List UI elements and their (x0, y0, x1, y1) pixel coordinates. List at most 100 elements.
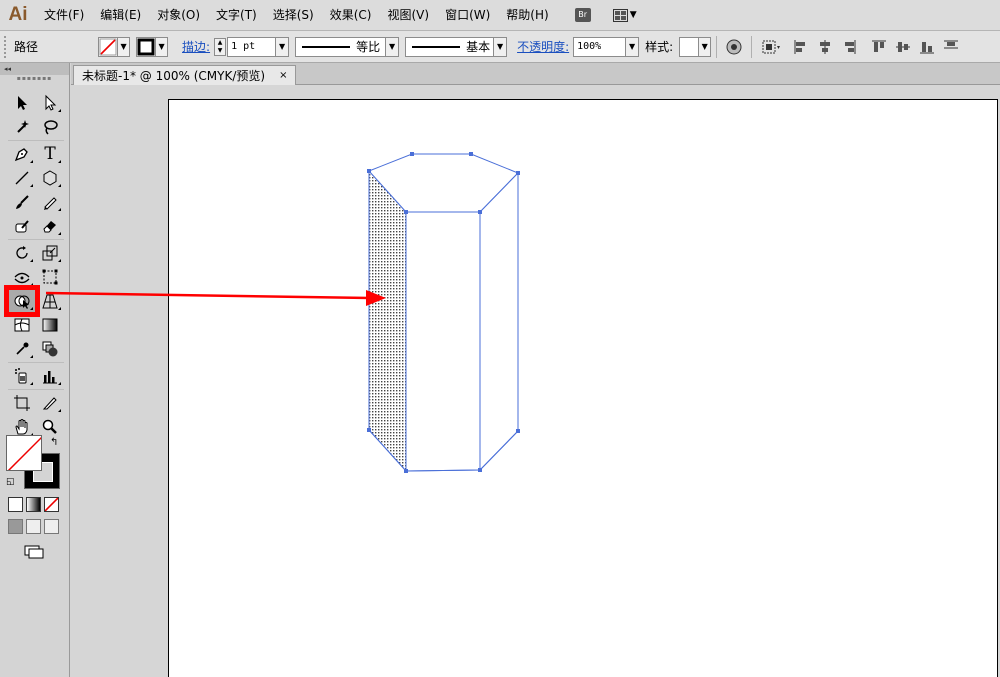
eyedropper-icon (16, 342, 29, 355)
chevron-down-icon: ▼ (625, 37, 639, 56)
tools-panel: ◂◂ ▪▪▪▪▪▪▪ T ↰ ◱ (0, 63, 70, 677)
align-vertical-center-icon[interactable] (894, 38, 912, 56)
menu-object[interactable]: 对象(O) (149, 4, 208, 26)
document-tab[interactable]: 未标题-1* @ 100% (CMYK/预览) × (73, 65, 297, 85)
symbol-sprayer-tool-button[interactable] (8, 364, 36, 388)
rotate-icon (16, 246, 28, 259)
menu-view[interactable]: 视图(V) (379, 4, 437, 26)
stroke-ratio-label: 等比 (356, 40, 381, 54)
stroke-weight-field[interactable]: 1 pt ▼ (227, 36, 290, 57)
brush-profile-label: 基本 (466, 40, 491, 54)
document-tab-title: 未标题-1* @ 100% (CMYK/预览) (82, 69, 266, 83)
fill-color-dropdown[interactable]: ▼ (98, 36, 131, 57)
pen-tool-button[interactable] (8, 142, 36, 166)
free-transform-tool-button[interactable] (36, 265, 64, 289)
width-tool-button[interactable] (8, 265, 36, 289)
stroke-color-dropdown[interactable]: ▼ (136, 36, 169, 57)
default-fill-stroke-icon[interactable]: ◱ (6, 477, 15, 487)
slice-knife-icon (42, 397, 57, 410)
menu-select[interactable]: 选择(S) (265, 4, 322, 26)
align-to-selection-icon[interactable] (760, 38, 781, 56)
variable-width-profile-dropdown[interactable]: 等比 ▼ (295, 36, 400, 57)
selection-type-label: 路径 (14, 40, 39, 54)
align-horizontal-center-icon[interactable] (816, 38, 834, 56)
lasso-tool-button[interactable] (36, 115, 64, 139)
none-mode-button[interactable] (44, 497, 59, 512)
paintbrush-tool-button[interactable] (8, 190, 36, 214)
perspective-grid-tool-button[interactable] (36, 289, 64, 313)
opacity-value: 100% (577, 40, 602, 52)
brush-line-preview (412, 45, 461, 48)
polygon-tool-button[interactable] (36, 166, 64, 190)
eraser-tool-button[interactable] (36, 214, 64, 238)
recolor-artwork-icon[interactable] (725, 38, 743, 56)
gradient-tool-button[interactable] (36, 313, 64, 337)
magic-wand-icon (17, 120, 29, 133)
chevron-down-icon: ▼ (629, 10, 637, 20)
type-tool-button[interactable]: T (36, 142, 64, 166)
column-graph-tool-button[interactable] (36, 364, 64, 388)
tools-panel-collapse-button[interactable]: ◂◂ (0, 63, 69, 75)
chevron-down-icon: ▼ (698, 37, 711, 56)
menu-window[interactable]: 窗口(W) (437, 4, 498, 26)
direct-selection-tool-button[interactable] (36, 91, 64, 115)
pencil-tool-button[interactable] (36, 190, 64, 214)
transparency-panel-link[interactable]: 不透明度: (513, 38, 573, 55)
gradient-mode-button[interactable] (26, 497, 41, 512)
stroke-swatch-icon (137, 38, 155, 56)
align-left-icon[interactable] (792, 38, 810, 56)
column-graph-icon (43, 371, 57, 384)
shape-builder-tool-button[interactable] (4, 285, 40, 317)
mesh-tool-button[interactable] (8, 313, 36, 337)
opacity-field[interactable]: 100% ▼ (573, 36, 640, 57)
align-bottom-icon[interactable] (918, 38, 936, 56)
draw-normal-icon[interactable] (8, 519, 23, 534)
line-segment-tool-button[interactable] (8, 166, 36, 190)
color-mode-row (8, 497, 59, 512)
artboard-tool-button[interactable] (8, 391, 36, 415)
no-fill-swatch-icon (99, 38, 117, 56)
fill-color-box[interactable] (6, 435, 42, 471)
graphic-style-dropdown[interactable]: ▼ (679, 36, 712, 57)
magic-wand-tool-button[interactable] (8, 115, 36, 139)
close-icon[interactable]: × (279, 70, 287, 81)
screen-mode-icon[interactable] (24, 545, 44, 559)
line-segment-icon (15, 171, 29, 185)
bridge-button[interactable]: Br (574, 8, 591, 22)
stroke-weight-value: 1 pt (231, 40, 256, 52)
stroke-weight-stepper[interactable]: ▲ ▼ (214, 37, 227, 56)
draw-behind-icon[interactable] (26, 519, 41, 534)
menu-help[interactable]: 帮助(H) (498, 4, 556, 26)
chevron-down-icon: ▼ (117, 37, 130, 56)
distribute-top-icon[interactable] (942, 38, 960, 56)
menu-effect[interactable]: 效果(C) (322, 4, 380, 26)
scale-tool-button[interactable] (36, 241, 64, 265)
artboard[interactable] (168, 99, 998, 677)
eyedropper-tool-button[interactable] (8, 337, 36, 361)
menu-file[interactable]: 文件(F) (36, 4, 92, 26)
align-right-icon[interactable] (840, 38, 858, 56)
selection-arrow-icon (18, 96, 27, 110)
chevron-down-icon: ▼ (155, 37, 168, 56)
control-bar: 路径 ▼ ▼ 描边: ▲ ▼ 1 pt ▼ 等比 ▼ 基本 ▼ 不透明度: 100… (0, 31, 1000, 63)
brush-definition-dropdown[interactable]: 基本 ▼ (405, 36, 508, 57)
align-top-icon[interactable] (870, 38, 888, 56)
blend-tool-button[interactable] (36, 337, 64, 361)
chevron-down-icon: ▼ (493, 37, 507, 56)
menu-edit[interactable]: 编辑(E) (92, 4, 149, 26)
color-mode-button[interactable] (8, 497, 23, 512)
selection-tool-button[interactable] (8, 91, 36, 115)
stroke-panel-link[interactable]: 描边: (178, 38, 214, 55)
mesh-icon (14, 318, 30, 332)
tools-panel-grip[interactable]: ▪▪▪▪▪▪▪ (0, 75, 69, 87)
menu-type[interactable]: 文字(T) (208, 4, 265, 26)
paintbrush-icon (16, 195, 29, 209)
swap-fill-stroke-icon[interactable]: ↰ (50, 437, 58, 448)
rotate-tool-button[interactable] (8, 241, 36, 265)
slice-tool-button[interactable] (36, 391, 64, 415)
draw-inside-icon[interactable] (44, 519, 59, 534)
gradient-icon (42, 318, 58, 332)
blob-brush-tool-button[interactable] (8, 214, 36, 238)
canvas-workspace[interactable] (71, 86, 1000, 677)
arrange-documents-button[interactable]: ▼ (612, 8, 637, 22)
